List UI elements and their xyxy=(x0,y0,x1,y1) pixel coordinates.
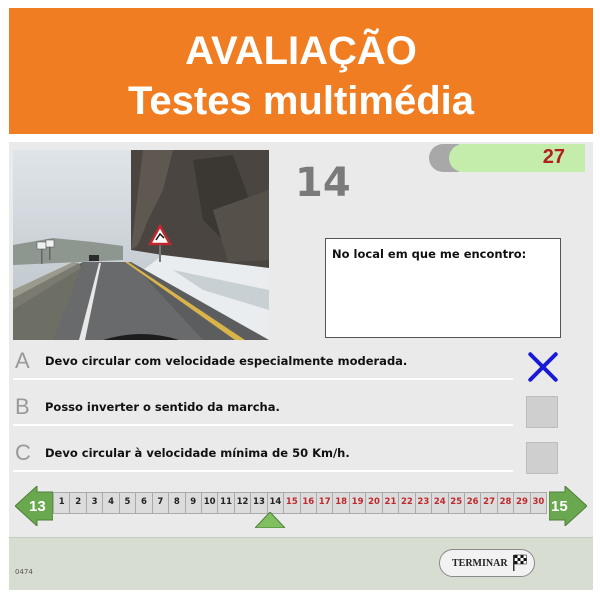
question-strip-cell[interactable]: 6 xyxy=(135,492,152,514)
question-strip-number: 12 xyxy=(236,497,249,507)
question-strip-cell[interactable]: 18 xyxy=(332,492,349,514)
question-strip-cell[interactable]: 10 xyxy=(200,492,218,514)
question-number: 14 xyxy=(295,160,351,206)
question-strip-number: 24 xyxy=(433,497,446,507)
question-strip-number: 23 xyxy=(417,497,430,507)
checkered-flag-icon xyxy=(513,554,527,571)
question-strip-number: 5 xyxy=(124,497,131,507)
question-strip-number: 25 xyxy=(450,497,463,507)
question-strip-number: 30 xyxy=(532,497,545,507)
answer-a-selected-x-mark-icon[interactable] xyxy=(526,350,558,382)
current-question-pointer-icon xyxy=(255,512,285,528)
question-strip-cell[interactable]: 28 xyxy=(496,492,514,514)
next-question-label: 15 xyxy=(551,498,568,515)
question-strip-number: 26 xyxy=(466,497,479,507)
question-strip-number: 28 xyxy=(499,497,512,507)
banner-title: AVALIAÇÃO xyxy=(185,29,417,73)
answer-c-checkbox[interactable] xyxy=(526,442,558,474)
question-strip-cell[interactable]: 26 xyxy=(463,492,481,514)
question-strip-number: 15 xyxy=(285,497,298,507)
answer-row-b[interactable]: B Posso inverter o sentido da marcha. xyxy=(13,392,513,426)
question-strip-cell[interactable]: 23 xyxy=(414,492,432,514)
question-strip-cell[interactable]: 29 xyxy=(513,492,530,514)
question-strip-cell[interactable]: 4 xyxy=(102,492,119,514)
question-strip-number: 1 xyxy=(58,497,65,507)
question-strip-number: 4 xyxy=(108,497,114,507)
question-strip-number: 19 xyxy=(351,497,364,507)
question-strip-number: 2 xyxy=(75,497,82,507)
finish-button[interactable]: TERMINAR xyxy=(439,549,535,577)
screen-code: 0474 xyxy=(15,568,33,576)
question-strip-number: 16 xyxy=(302,497,315,507)
question-strip-cell[interactable]: 20 xyxy=(365,492,382,514)
answer-text: Devo circular à velocidade mínima de 50 … xyxy=(45,446,350,460)
question-strip-number: 14 xyxy=(269,497,282,507)
question-strip-cell[interactable]: 9 xyxy=(184,492,201,514)
question-strip-cell[interactable]: 8 xyxy=(168,492,185,514)
banner-subtitle: Testes multimédia xyxy=(127,79,475,123)
footer-bar: 0474 TERMINAR xyxy=(9,537,593,590)
answer-row-a[interactable]: A Devo circular com velocidade especialm… xyxy=(13,346,513,380)
question-strip-cell[interactable]: 27 xyxy=(480,492,497,514)
answer-b-checkbox[interactable] xyxy=(526,396,558,428)
question-strip-number: 3 xyxy=(91,497,98,507)
question-strip-number: 20 xyxy=(368,497,380,507)
timer: 27 xyxy=(429,144,585,172)
finish-button-label: TERMINAR xyxy=(452,558,508,569)
question-strip-number: 22 xyxy=(400,497,413,507)
question-strip-cell[interactable]: 2 xyxy=(69,492,86,514)
question-strip-number: 11 xyxy=(220,497,233,507)
question-text: No local em que me encontro: xyxy=(332,247,527,261)
answer-row-c[interactable]: C Devo circular à velocidade mínima de 5… xyxy=(13,438,513,472)
question-strip-cell[interactable]: 12 xyxy=(233,492,251,514)
question-strip: 1 2 3 4 5 6 7 8 9 10 11 12 13 14 15 16 17 18 19 20 21 22 23 24 2… xyxy=(53,492,548,514)
question-strip-number: 10 xyxy=(203,497,216,507)
question-strip-number: 6 xyxy=(140,497,147,507)
previous-question-label: 13 xyxy=(29,498,46,515)
question-strip-number: 18 xyxy=(335,497,348,507)
question-strip-cell[interactable]: 5 xyxy=(118,492,136,514)
question-strip-cell[interactable]: 21 xyxy=(381,492,399,514)
timer-value: 27 xyxy=(542,146,565,168)
question-strip-cell[interactable]: 19 xyxy=(348,492,366,514)
question-strip-cell[interactable]: 30 xyxy=(529,492,548,514)
question-strip-cell[interactable]: 17 xyxy=(316,492,333,514)
question-strip-number: 17 xyxy=(318,497,331,507)
question-strip-number: 13 xyxy=(253,497,265,507)
next-question-button[interactable]: 15 xyxy=(549,486,587,526)
question-strip-number: 9 xyxy=(190,497,197,507)
question-strip-cell[interactable]: 16 xyxy=(299,492,316,514)
question-strip-number: 21 xyxy=(384,497,397,507)
question-strip-number: 8 xyxy=(173,497,180,507)
question-strip-cell[interactable]: 25 xyxy=(447,492,464,514)
answer-text: Devo circular com velocidade especialmen… xyxy=(45,354,408,368)
question-strip-cell[interactable]: 11 xyxy=(217,492,234,514)
question-strip-cell[interactable]: 13 xyxy=(250,492,267,514)
question-text-box: No local em que me encontro: xyxy=(325,238,561,338)
question-strip-cell[interactable]: 15 xyxy=(283,492,300,514)
answer-letter: B xyxy=(15,394,30,419)
answer-text: Posso inverter o sentido da marcha. xyxy=(45,400,280,414)
previous-question-button[interactable]: 13 xyxy=(15,486,53,526)
question-strip-number: 27 xyxy=(483,497,496,507)
question-strip-number: 7 xyxy=(157,497,164,507)
question-strip-cell[interactable]: 3 xyxy=(85,492,103,514)
question-strip-cell[interactable]: 1 xyxy=(53,492,70,514)
question-strip-cell[interactable]: 24 xyxy=(431,492,448,514)
answer-letter: A xyxy=(15,348,30,373)
quiz-screen: 14 27 No local em que me encontro: A Dev… xyxy=(9,142,593,590)
header-banner: AVALIAÇÃO Testes multimédia xyxy=(9,8,593,134)
question-strip-cell[interactable]: 7 xyxy=(151,492,169,514)
question-strip-cell[interactable]: 22 xyxy=(398,492,415,514)
answer-letter: C xyxy=(15,440,31,465)
question-strip-cell[interactable]: 14 xyxy=(266,492,284,514)
question-strip-number: 29 xyxy=(516,497,528,507)
question-photo xyxy=(13,150,269,340)
